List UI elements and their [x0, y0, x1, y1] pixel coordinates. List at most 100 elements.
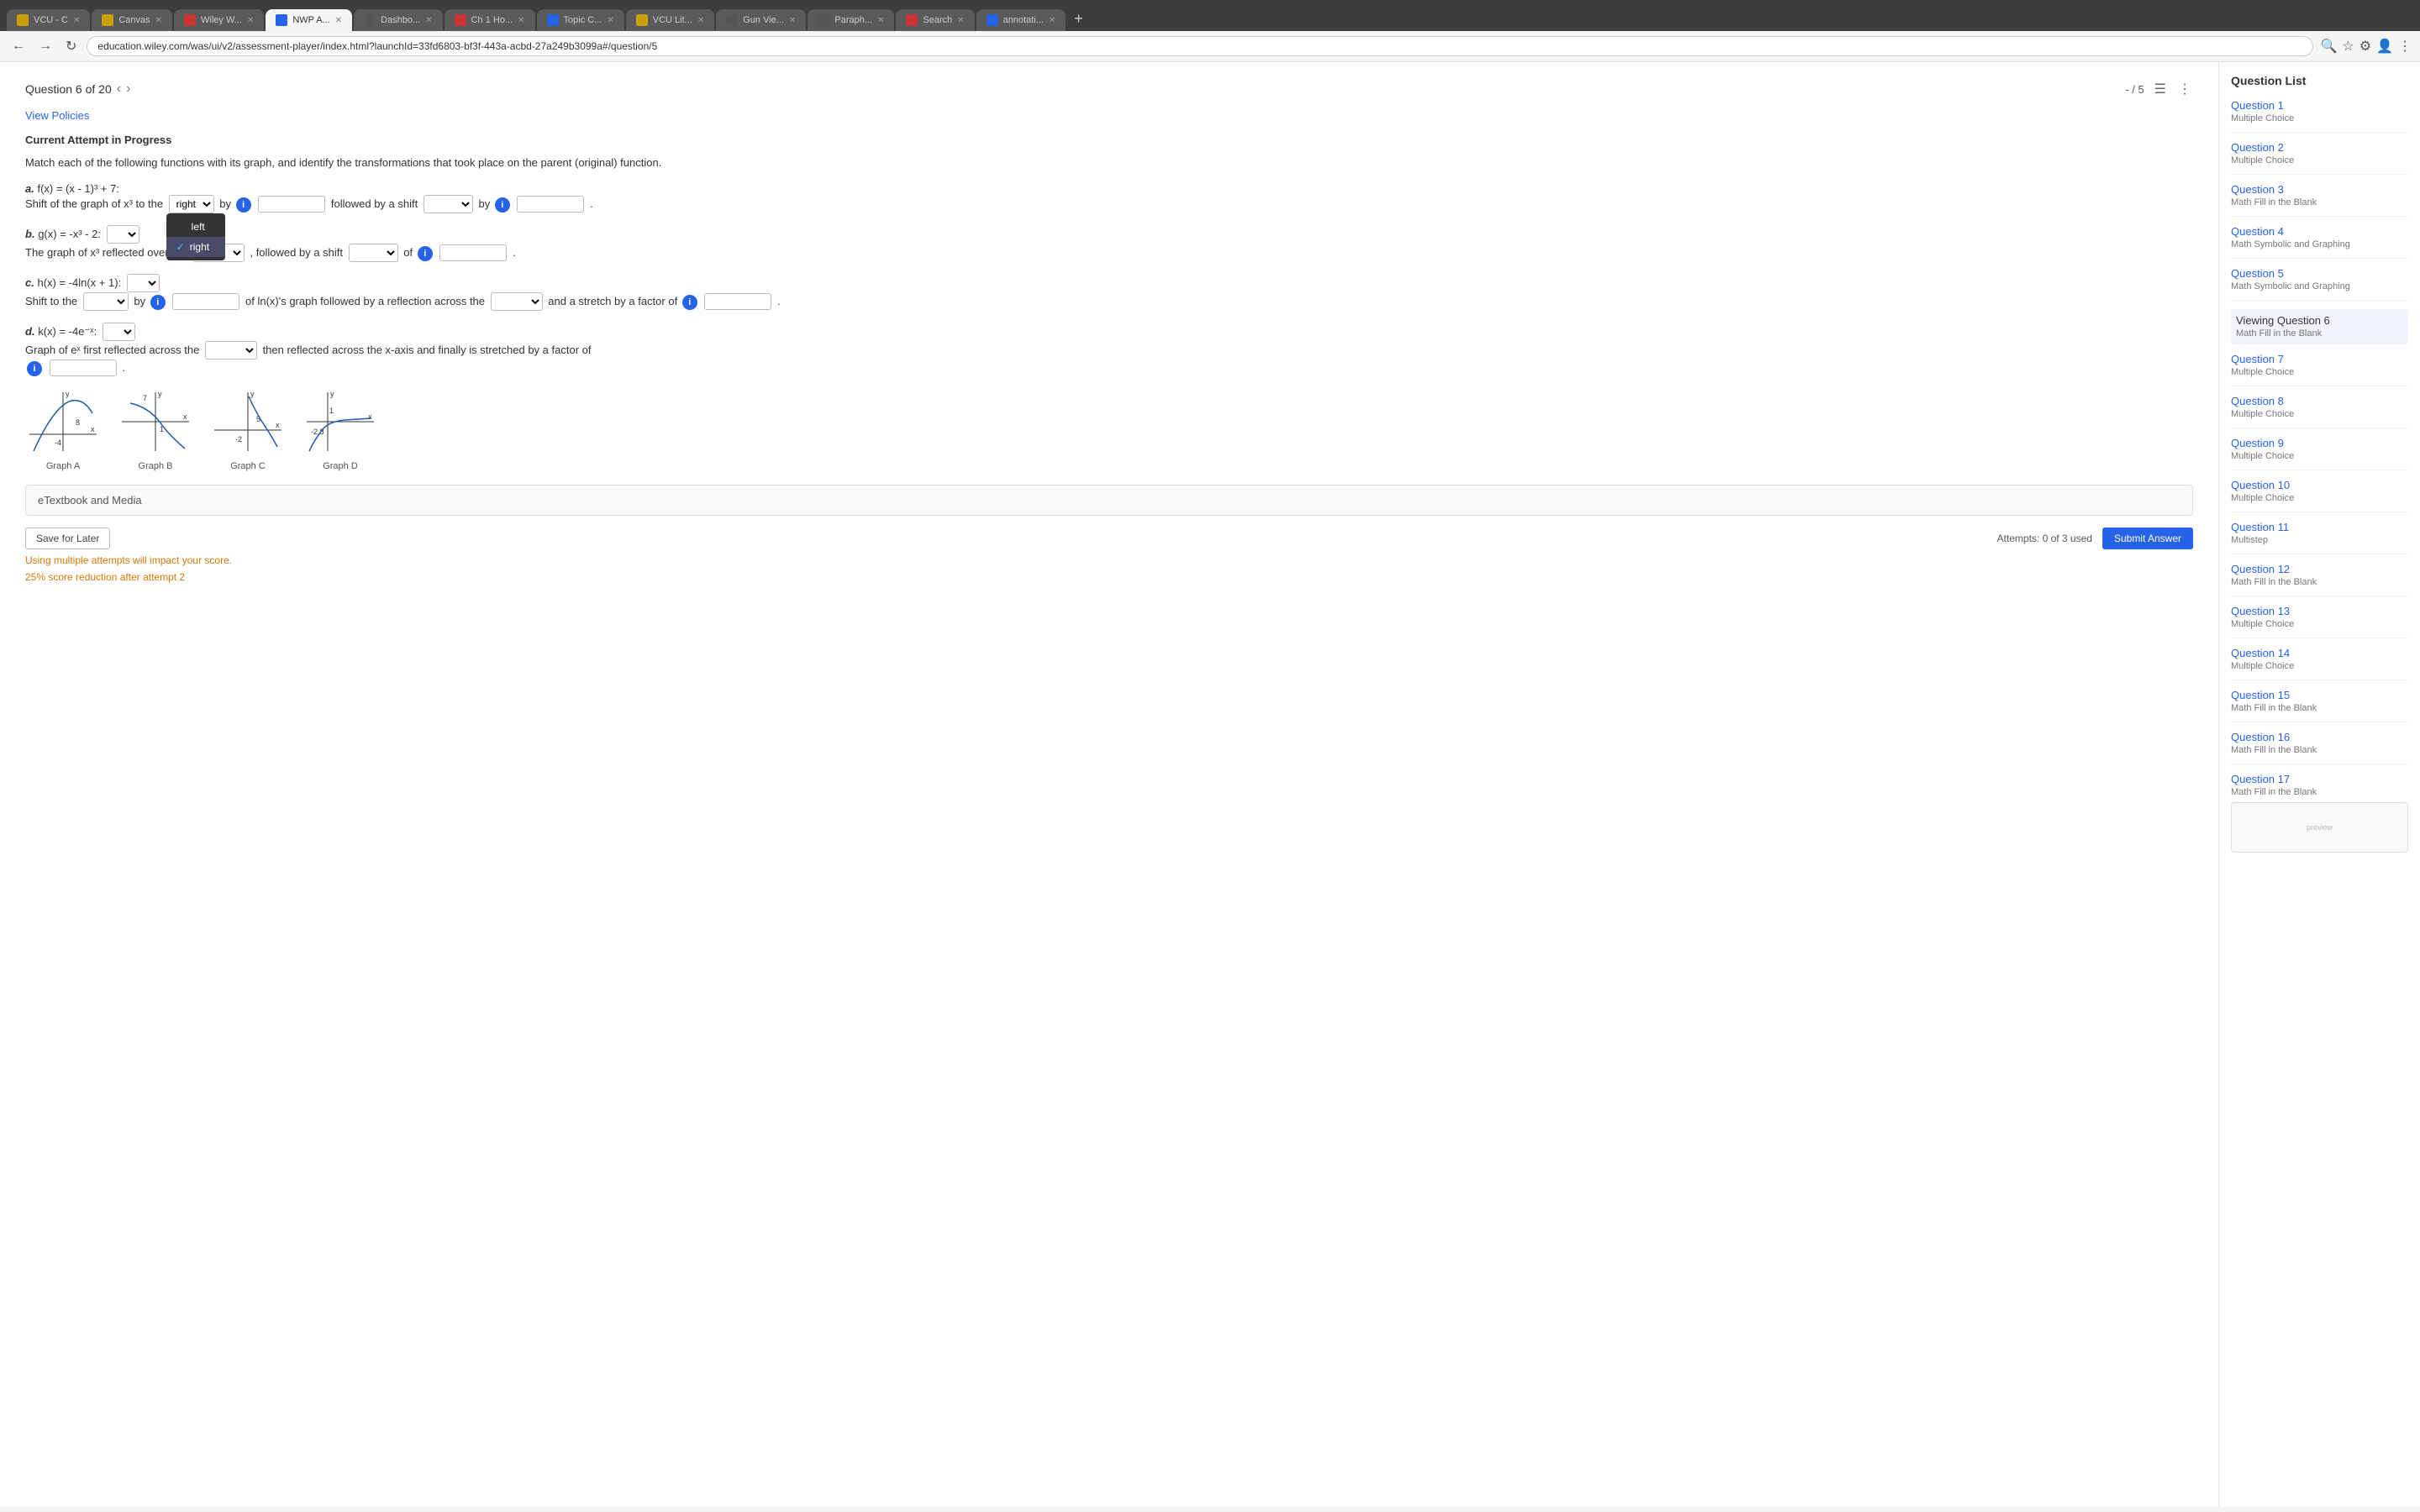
- tab-close-vculit[interactable]: ✕: [697, 16, 704, 25]
- tab-close-paraph[interactable]: ✕: [877, 16, 884, 25]
- sidebar-item-q16-title: Question 16: [2231, 731, 2408, 743]
- tab-nwp[interactable]: NWP A... ✕: [266, 9, 352, 31]
- next-question-arrow[interactable]: ›: [126, 81, 130, 97]
- part-b-info-btn[interactable]: i: [418, 246, 433, 261]
- part-b-input1[interactable]: [439, 244, 507, 261]
- new-tab-button[interactable]: +: [1067, 7, 1090, 31]
- graph-b-container: x y 7 1 Graph B: [118, 388, 193, 471]
- list-icon-button[interactable]: ☰: [2153, 79, 2168, 99]
- tab-vculit[interactable]: VCU Lit... ✕: [626, 9, 714, 31]
- sidebar-item-q13[interactable]: Question 13 Multiple Choice: [2231, 605, 2408, 638]
- sidebar-item-q5[interactable]: Question 5 Math Symbolic and Graphing: [2231, 267, 2408, 301]
- popup-option-right[interactable]: ✓ right: [166, 237, 225, 257]
- forward-button[interactable]: →: [35, 37, 55, 55]
- bookmark-icon[interactable]: ☆: [2342, 38, 2354, 55]
- svg-text:y: y: [66, 390, 70, 398]
- reload-button[interactable]: ↻: [62, 36, 80, 56]
- part-d-input1[interactable]: [50, 360, 117, 376]
- part-d-label: d.: [25, 325, 35, 338]
- part-b-label: b.: [25, 228, 35, 240]
- tab-topic[interactable]: Topic C... ✕: [537, 9, 624, 31]
- part-c-stretch: and a stretch by a factor of: [548, 295, 681, 307]
- tab-close-dashboard[interactable]: ✕: [425, 16, 432, 25]
- part-b-dropdown2[interactable]: up down: [349, 244, 398, 262]
- sidebar-item-q9[interactable]: Question 9 Multiple Choice: [2231, 437, 2408, 470]
- part-c-input2[interactable]: [704, 293, 771, 310]
- part-d-graph-dropdown[interactable]: A B C D: [103, 323, 135, 341]
- part-a-followed: followed by a shift: [331, 197, 421, 210]
- toolbar-icons: 🔍 ☆ ⚙ 👤 ⋮: [2320, 38, 2412, 55]
- tab-close-gunview[interactable]: ✕: [789, 16, 796, 25]
- tab-close-topic[interactable]: ✕: [607, 16, 613, 25]
- part-d-dropdown1[interactable]: x-axis y-axis: [205, 341, 257, 360]
- part-a-dropdown2[interactable]: up down: [424, 195, 473, 213]
- tab-canvas[interactable]: Canvas ✕: [92, 9, 172, 31]
- sidebar-item-q7[interactable]: Question 7 Multiple Choice: [2231, 353, 2408, 386]
- sidebar-item-q15[interactable]: Question 15 Math Fill in the Blank: [2231, 689, 2408, 722]
- part-a-period: .: [590, 197, 593, 210]
- svg-text:-2.8: -2.8: [311, 428, 324, 436]
- sub-question-a: a. f(x) = (x - 1)³ + 7: Shift of the gra…: [25, 182, 2193, 213]
- search-icon[interactable]: 🔍: [2320, 38, 2337, 55]
- tab-close-search[interactable]: ✕: [957, 16, 964, 25]
- sidebar-item-q14[interactable]: Question 14 Multiple Choice: [2231, 647, 2408, 680]
- tab-annotati[interactable]: annotati... ✕: [976, 9, 1066, 31]
- part-b-formula: g(x) = -x³ - 2:: [38, 228, 103, 240]
- part-c-info-btn2[interactable]: i: [682, 295, 697, 310]
- view-policies-link[interactable]: View Policies: [25, 109, 2193, 122]
- extensions-icon[interactable]: ⚙: [2360, 38, 2371, 55]
- address-input[interactable]: education.wiley.com/was/ui/v2/assessment…: [87, 36, 2313, 56]
- tab-close-nwp[interactable]: ✕: [335, 16, 342, 25]
- sidebar-item-q6-current[interactable]: Viewing Question 6 Math Fill in the Blan…: [2231, 309, 2408, 344]
- part-c-graph-dropdown[interactable]: A B C D: [127, 274, 160, 292]
- tab-close-vcu[interactable]: ✕: [73, 16, 80, 25]
- sidebar-item-q10-title: Question 10: [2231, 479, 2408, 491]
- part-a-info-btn2[interactable]: i: [495, 197, 510, 213]
- sidebar-item-q8[interactable]: Question 8 Multiple Choice: [2231, 395, 2408, 428]
- prev-question-arrow[interactable]: ‹: [117, 81, 121, 97]
- sidebar-item-q10[interactable]: Question 10 Multiple Choice: [2231, 479, 2408, 512]
- sidebar-item-q4[interactable]: Question 4 Math Symbolic and Graphing: [2231, 225, 2408, 259]
- save-later-button[interactable]: Save for Later: [25, 528, 110, 549]
- part-d-info-btn[interactable]: i: [27, 361, 42, 376]
- sidebar-item-q11[interactable]: Question 11 Multistep: [2231, 521, 2408, 554]
- tab-close-canvas[interactable]: ✕: [155, 16, 162, 25]
- sidebar-item-q3-subtitle: Math Fill in the Blank: [2231, 197, 2408, 207]
- tab-search[interactable]: Search ✕: [896, 9, 974, 31]
- tab-dashboard[interactable]: Dashbo... ✕: [354, 9, 442, 31]
- submit-answer-button[interactable]: Submit Answer: [2102, 528, 2193, 549]
- sidebar-item-q15-subtitle: Math Fill in the Blank: [2231, 703, 2408, 713]
- tab-close-wiley[interactable]: ✕: [247, 16, 254, 25]
- part-c-dropdown2[interactable]: x-axis y-axis: [491, 292, 543, 311]
- part-b-graph-dropdown[interactable]: A B C D: [107, 225, 139, 244]
- tab-close-ch1[interactable]: ✕: [518, 16, 524, 25]
- popup-left-label: left: [192, 221, 205, 233]
- part-c-input1[interactable]: [172, 293, 239, 310]
- back-button[interactable]: ←: [8, 37, 29, 55]
- sidebar-item-q12[interactable]: Question 12 Math Fill in the Blank: [2231, 563, 2408, 596]
- svg-text:x: x: [91, 425, 95, 433]
- sidebar-item-q16[interactable]: Question 16 Math Fill in the Blank: [2231, 731, 2408, 764]
- part-a-input1[interactable]: [258, 196, 325, 213]
- part-c-dropdown1[interactable]: left right: [83, 292, 129, 311]
- sidebar-item-q1[interactable]: Question 1 Multiple Choice: [2231, 99, 2408, 133]
- popup-check-right: ✓: [176, 241, 185, 253]
- part-a-input2[interactable]: [517, 196, 584, 213]
- tab-wiley[interactable]: Wiley W... ✕: [174, 9, 264, 31]
- popup-option-left[interactable]: left: [166, 217, 225, 237]
- part-c-info-btn1[interactable]: i: [150, 295, 166, 310]
- tab-gunview[interactable]: Gun Vie... ✕: [716, 9, 806, 31]
- sidebar-item-q17[interactable]: Question 17 Math Fill in the Blank previ…: [2231, 773, 2408, 861]
- tab-vcu[interactable]: VCU - C ✕: [7, 9, 90, 31]
- sidebar-item-q2[interactable]: Question 2 Multiple Choice: [2231, 141, 2408, 175]
- sidebar-item-q3[interactable]: Question 3 Math Fill in the Blank: [2231, 183, 2408, 217]
- tab-ch1[interactable]: Ch 1 Ho... ✕: [445, 9, 535, 31]
- more-options-button[interactable]: ⋮: [2176, 79, 2193, 99]
- part-a-info-btn1[interactable]: i: [236, 197, 251, 213]
- sidebar-item-q5-subtitle: Math Symbolic and Graphing: [2231, 281, 2408, 291]
- part-a-dropdown1[interactable]: left right: [169, 195, 214, 213]
- sidebar-item-q7-title: Question 7: [2231, 353, 2408, 365]
- tab-close-annotati[interactable]: ✕: [1049, 16, 1055, 25]
- menu-icon[interactable]: ⋮: [2398, 38, 2412, 55]
- tab-paraph[interactable]: Paraph... ✕: [808, 9, 894, 31]
